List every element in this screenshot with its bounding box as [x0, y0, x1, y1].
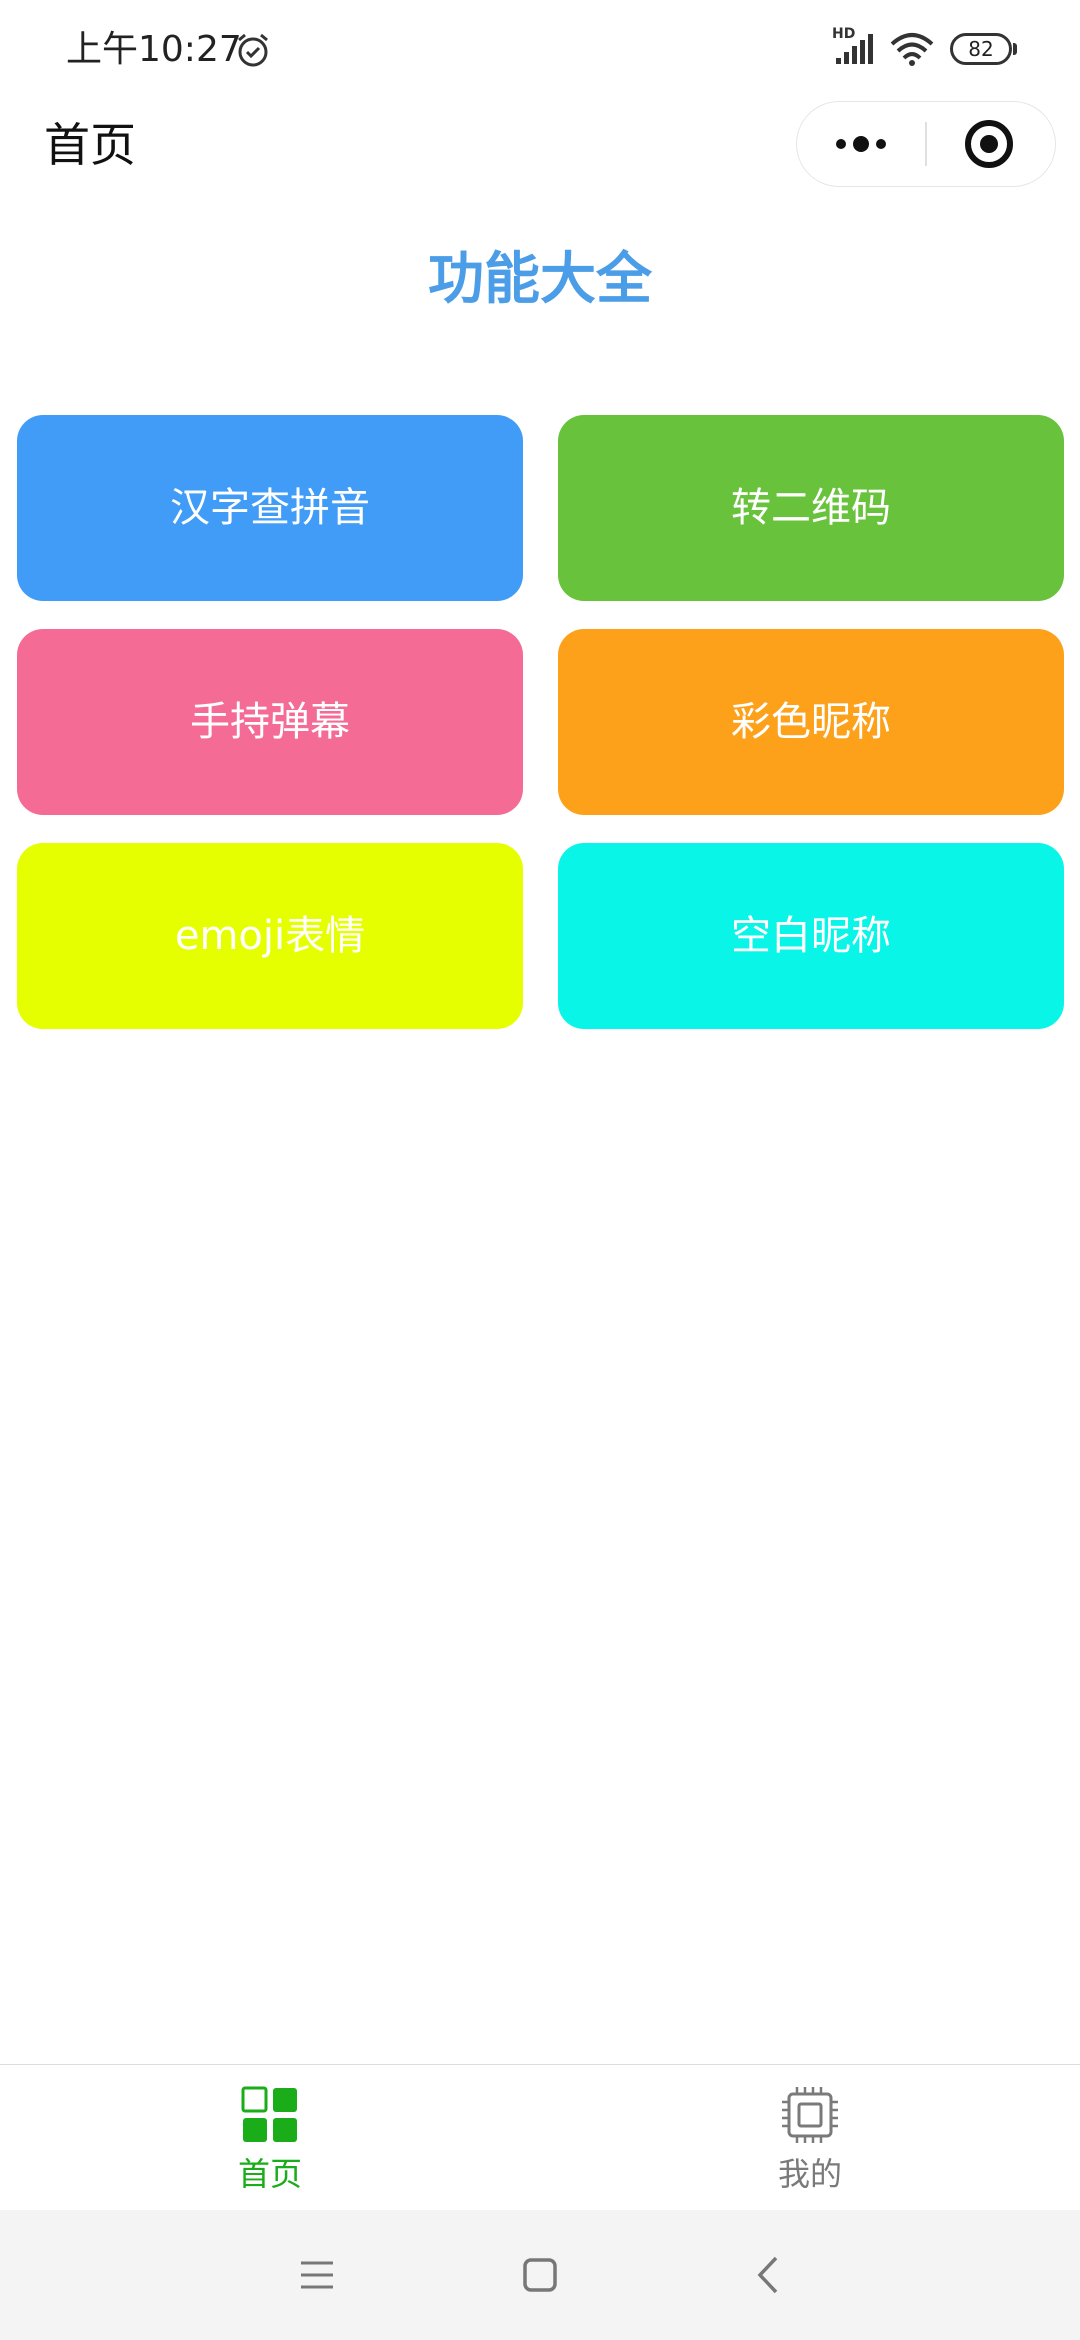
- more-button[interactable]: [797, 102, 925, 185]
- tab-bar: 首页 我的: [0, 2064, 1080, 2210]
- network-badge: HD: [832, 26, 856, 42]
- tab-home-label: 首页: [237, 2155, 302, 2193]
- tile-emoji[interactable]: emoji表情: [17, 843, 523, 1029]
- wifi-icon: [890, 33, 934, 66]
- battery-level: 82: [950, 33, 1012, 65]
- grid-icon: [241, 2086, 297, 2142]
- chip-icon: [782, 2087, 838, 2143]
- status-bar: 上午10:27 HD 82: [0, 0, 1080, 100]
- tab-mine[interactable]: 我的: [540, 2065, 1080, 2211]
- battery-tip: [1013, 43, 1017, 55]
- mini-program-capsule: [796, 101, 1056, 187]
- tile-color-nickname[interactable]: 彩色昵称: [558, 629, 1064, 815]
- back-icon[interactable]: [745, 2250, 795, 2300]
- close-button[interactable]: [927, 102, 1055, 185]
- tile-blank-nickname[interactable]: 空白昵称: [558, 843, 1064, 1029]
- tab-mine-label: 我的: [777, 2155, 842, 2193]
- menu-icon[interactable]: [292, 2250, 342, 2300]
- screen: 上午10:27 HD 82 首页 功能大全 汉字查拼音 转二维码 手持弹幕 彩色…: [0, 0, 1080, 2340]
- system-nav-bar: [0, 2210, 1080, 2340]
- alarm-icon: [238, 33, 268, 67]
- tile-danmaku[interactable]: 手持弹幕: [17, 629, 523, 815]
- home-square-icon[interactable]: [515, 2250, 565, 2300]
- page-title: 首页: [44, 118, 136, 172]
- tile-qrcode[interactable]: 转二维码: [558, 415, 1064, 601]
- status-time: 上午10:27: [66, 29, 242, 70]
- tile-hanzi-pinyin[interactable]: 汉字查拼音: [17, 415, 523, 601]
- more-icon: [836, 136, 886, 152]
- battery-icon: 82: [950, 33, 1017, 65]
- tab-home[interactable]: 首页: [0, 2065, 540, 2211]
- close-target-icon: [965, 120, 1013, 168]
- signal-icon: HD: [832, 26, 878, 66]
- features-heading: 功能大全: [428, 247, 652, 312]
